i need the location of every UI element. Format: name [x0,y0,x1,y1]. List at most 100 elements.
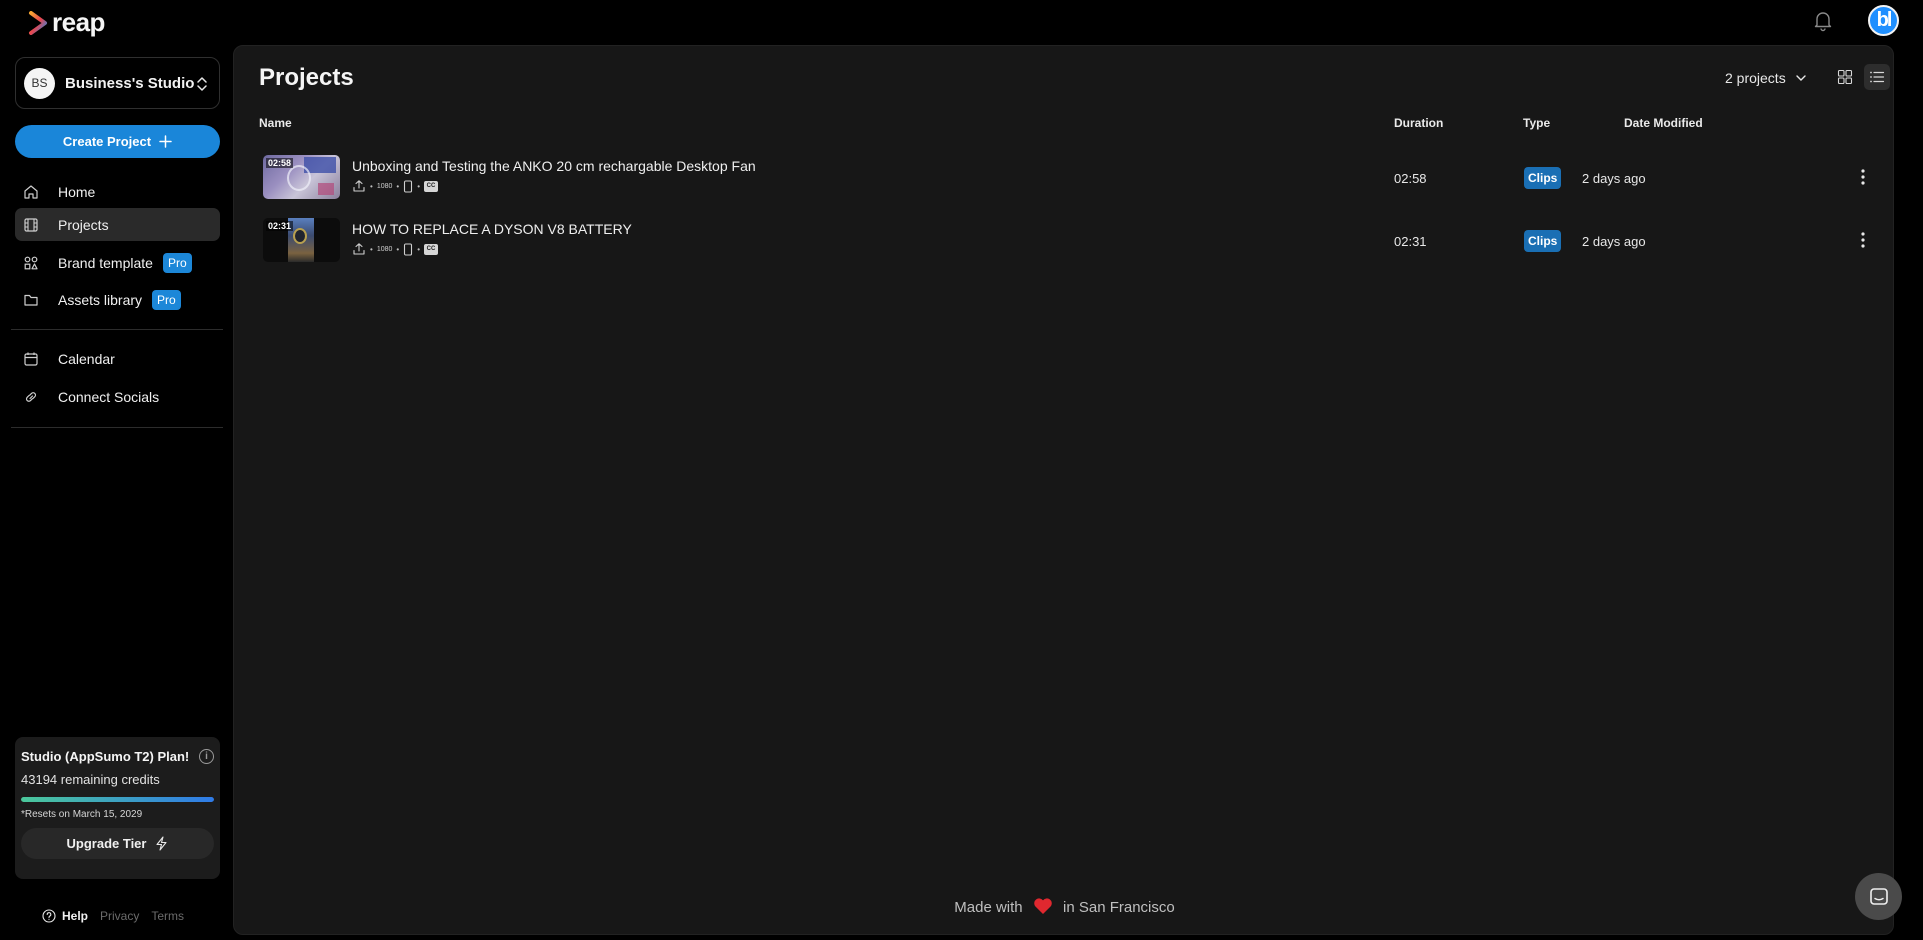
upload-icon [353,243,365,255]
main-panel: Projects 2 projects Name Duration Type D… [233,45,1894,935]
plan-credits: 43194 remaining credits [21,772,160,787]
portrait-icon [404,242,413,256]
project-row[interactable]: 02:31 HOW TO REPLACE A DYSON V8 BATTERY … [259,218,1879,268]
plus-icon [159,135,172,148]
project-title[interactable]: Unboxing and Testing the ANKO 20 cm rech… [352,158,756,174]
sidebar-item-label: Assets library [58,291,143,308]
studio-name: Business's Studio [65,74,195,92]
avatar-text: bl [1876,9,1893,31]
film-icon [24,217,38,232]
resolution-label: 1080 [376,182,393,190]
column-header-date-modified[interactable]: Date Modified [1624,116,1703,130]
type-badge: Clips [1524,230,1562,252]
sidebar-item-projects[interactable]: Projects [15,208,220,241]
pro-badge: Pro [152,289,181,310]
project-count-dropdown[interactable]: 2 projects [1725,70,1807,86]
bell-icon[interactable] [1811,8,1835,32]
sidebar-item-home[interactable]: Home [15,175,220,208]
upload-icon [353,180,365,192]
sidebar-item-label: Projects [58,216,109,233]
sidebar-item-label: Calendar [58,350,115,367]
video-thumbnail: 02:58 [263,155,340,199]
sidebar-item-assets-library[interactable]: Assets library Pro [15,283,220,316]
terms-link[interactable]: Terms [151,909,184,923]
project-count-label: 2 projects [1725,70,1786,86]
project-date-modified: 2 days ago [1582,234,1646,249]
plan-title: Studio (AppSumo T2) Plan! [21,749,190,764]
privacy-link[interactable]: Privacy [100,909,139,923]
chevron-down-icon [1796,75,1806,81]
project-date-modified: 2 days ago [1582,171,1646,186]
plan-card: Studio (AppSumo T2) Plan! i 43194 remain… [15,737,220,879]
pro-badge: Pro [162,252,192,273]
project-row[interactable]: 02:58 Unboxing and Testing the ANKO 20 c… [259,155,1879,205]
column-header-name[interactable]: Name [259,116,292,130]
top-bar: reap bl [0,0,1923,42]
help-link[interactable]: Help [42,909,88,923]
credits-progress-fill [21,797,214,802]
home-icon [24,184,38,199]
plan-title-row: Studio (AppSumo T2) Plan! i [21,749,214,764]
page-title: Projects [259,64,354,91]
sidebar-divider [11,427,223,428]
column-header-type[interactable]: Type [1523,116,1550,130]
calendar-icon [24,352,38,366]
sidebar-footer: Help Privacy Terms [42,909,184,923]
upgrade-tier-label: Upgrade Tier [66,836,147,851]
reap-logo[interactable]: reap [28,7,105,38]
project-meta: • 1080 • • CC [352,179,439,193]
list-icon [1870,71,1885,83]
sidebar-item-connect-socials[interactable]: Connect Socials [15,380,220,413]
thumbnail-duration: 02:31 [266,221,294,231]
lightning-icon [156,836,168,851]
upgrade-tier-button[interactable]: Upgrade Tier [21,828,214,859]
chat-icon [1869,887,1888,905]
project-duration: 02:58 [1394,171,1427,186]
sidebar: BS Business's Studio Create Project Home… [0,42,232,940]
resolution-label: 1080 [376,245,393,253]
made-with-prefix: Made with [954,899,1023,916]
view-toggle [1832,64,1890,90]
project-duration: 02:31 [1394,234,1427,249]
folder-icon [24,294,38,306]
project-meta: • 1080 • • CC [352,242,439,256]
shapes-icon [24,256,38,269]
project-title[interactable]: HOW TO REPLACE A DYSON V8 BATTERY [352,221,632,237]
column-header-duration[interactable]: Duration [1394,116,1443,130]
captions-icon: CC [424,243,439,255]
help-label: Help [62,909,89,923]
link-icon [25,391,37,402]
info-icon[interactable]: i [199,749,214,764]
made-with-suffix: in San Francisco [1063,899,1175,916]
help-icon [42,909,56,923]
heart-icon [1034,898,1052,914]
more-vertical-icon[interactable] [1855,167,1871,187]
made-with-footer: Made with in San Francisco [234,897,1895,916]
thumbnail-duration: 02:58 [266,158,294,168]
video-thumbnail: 02:31 [263,218,340,262]
credits-progress-bar [21,797,214,802]
logo-text: reap [52,7,105,37]
chat-support-button[interactable] [1855,873,1902,920]
sidebar-item-label: Brand template [58,254,153,271]
sidebar-item-brand-template[interactable]: Brand template Pro [15,246,220,279]
chevron-updown-icon [197,77,207,91]
sidebar-item-calendar[interactable]: Calendar [15,342,220,375]
create-project-button[interactable]: Create Project [15,125,220,158]
user-avatar[interactable]: bl [1868,5,1899,36]
sidebar-item-label: Connect Socials [58,388,160,405]
list-view-button[interactable] [1864,64,1890,90]
sidebar-item-label: Home [58,183,96,200]
plan-reset-text: *Resets on March 15, 2029 [21,809,143,820]
captions-icon: CC [424,180,439,192]
more-vertical-icon[interactable] [1855,230,1871,250]
sidebar-divider [11,329,223,330]
portrait-icon [404,179,413,193]
studio-switcher[interactable]: BS Business's Studio [15,57,220,109]
type-badge: Clips [1524,167,1562,189]
grid-icon [1837,69,1853,85]
create-project-label: Create Project [62,134,152,149]
studio-avatar: BS [24,67,55,99]
play-logo-icon [29,10,47,35]
grid-view-button[interactable] [1832,64,1858,90]
